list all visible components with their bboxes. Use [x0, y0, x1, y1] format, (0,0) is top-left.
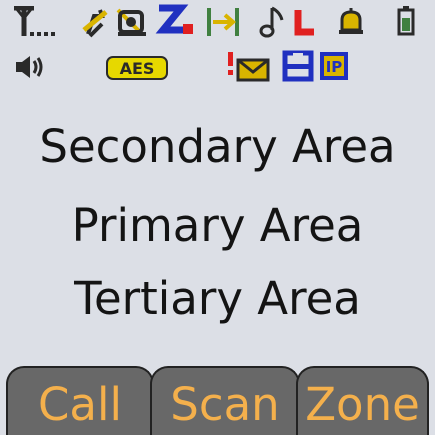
zone-softkey[interactable]: Zone: [296, 366, 429, 435]
speaker-icon: [12, 52, 48, 82]
direct-mode-icon: [205, 6, 241, 38]
radio-display: AES IP Secondary Area Primary Area Terti…: [0, 0, 435, 435]
ip-badge-text: IP: [326, 58, 343, 76]
music-note-icon: [258, 4, 286, 38]
call-softkey-label: Call: [37, 378, 122, 431]
aes-badge-text: AES: [120, 59, 155, 78]
no-talkaround-icon: [80, 6, 110, 38]
ip-icon: IP: [318, 50, 350, 82]
call-softkey[interactable]: Call: [6, 366, 154, 435]
scan-softkey[interactable]: Scan: [150, 366, 300, 435]
area-line-secondary: Secondary Area: [39, 120, 396, 173]
new-message-icon: [226, 50, 272, 82]
alarm-bell-icon: [336, 4, 366, 38]
zone-softkey-label: Zone: [305, 378, 420, 431]
scan-icon: [155, 4, 195, 38]
battery-icon: [395, 4, 417, 38]
area-line-primary: Primary Area: [71, 199, 364, 252]
status-bar-top: [0, 0, 435, 40]
storage-icon: [282, 50, 314, 82]
area-line-tertiary: Tertiary Area: [74, 272, 361, 325]
monitor-icon: [114, 6, 148, 38]
aes-encryption-icon: AES: [106, 56, 168, 80]
antenna-signal-icon: [12, 6, 64, 40]
low-power-icon: [294, 8, 318, 38]
status-bar-bottom: AES IP: [0, 46, 435, 86]
scan-softkey-label: Scan: [170, 378, 280, 431]
